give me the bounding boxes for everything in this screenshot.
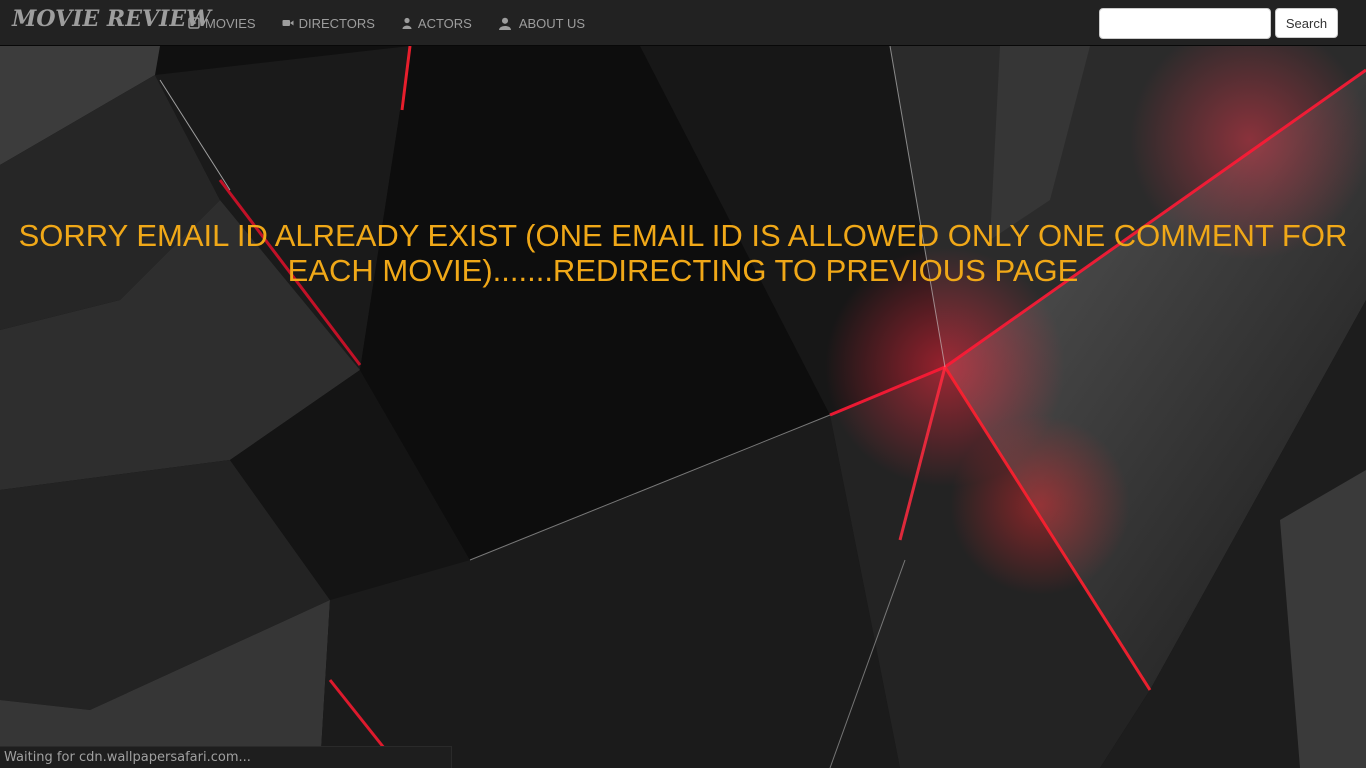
user-icon (402, 17, 412, 29)
video-camera-icon (282, 20, 294, 26)
nav-item-movies[interactable]: MOVIES (188, 16, 256, 31)
error-message: SORRY EMAIL ID ALREADY EXIST (ONE EMAIL … (18, 218, 1348, 288)
nav-menu: MOVIES DIRECTORS ACTORS ABOUT US (188, 0, 611, 46)
nav-item-label: MOVIES (205, 15, 256, 31)
film-icon (188, 17, 200, 29)
nav-item-directors[interactable]: DIRECTORS (282, 16, 375, 31)
navbar: MOVIE REVIEW MOVIES DIRECTORS ACTORS ABO… (0, 0, 1366, 46)
nav-item-label: ABOUT US (518, 15, 586, 31)
user-icon (498, 17, 511, 30)
browser-status-bar: Waiting for cdn.wallpapersafari.com... (0, 746, 452, 768)
nav-item-actors[interactable]: ACTORS (401, 16, 472, 31)
page: MOVIE REVIEW MOVIES DIRECTORS ACTORS ABO… (0, 0, 1366, 768)
nav-item-label: DIRECTORS (298, 15, 375, 31)
brand-logo[interactable]: MOVIE REVIEW (12, 6, 211, 32)
background-wallpaper (0, 0, 1366, 768)
nav-item-about-us[interactable]: ABOUT US (498, 16, 585, 31)
nav-item-label: ACTORS (417, 15, 472, 31)
search-button[interactable]: Search (1275, 8, 1338, 38)
search-input[interactable] (1099, 8, 1271, 39)
